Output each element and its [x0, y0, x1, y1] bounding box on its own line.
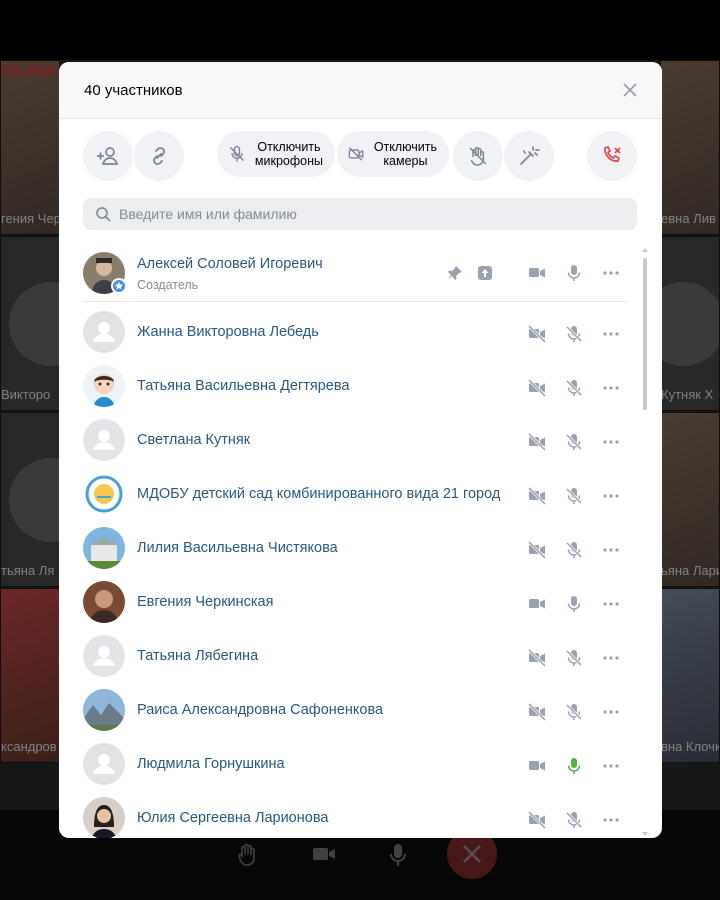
camera-off-icon[interactable]: [527, 702, 547, 722]
camera-off-icon[interactable]: [527, 486, 547, 506]
more-options-icon[interactable]: [601, 324, 621, 344]
participant-name[interactable]: Алексей Соловей Игоревич: [137, 256, 323, 272]
avatar[interactable]: [83, 689, 125, 731]
more-options-icon[interactable]: [601, 810, 621, 830]
avatar[interactable]: [83, 311, 125, 353]
avatar[interactable]: [83, 419, 125, 461]
mic-off-icon[interactable]: [564, 324, 584, 344]
participant-name[interactable]: Раиса Александровна Сафоненкова: [137, 702, 383, 718]
end-call-for-all-button[interactable]: [587, 131, 637, 181]
participant-name[interactable]: Людмила Горнушкина: [137, 756, 285, 772]
participant-row[interactable]: Татьяна Васильевна Дегтярева: [59, 361, 639, 415]
avatar[interactable]: [83, 527, 125, 569]
participant-row[interactable]: Алексей Соловей Игоревич Создатель: [59, 246, 639, 302]
mic-off-icon[interactable]: [564, 432, 584, 452]
participant-role: Создатель: [137, 278, 199, 292]
participant-row[interactable]: Евгения Черкинская: [59, 577, 639, 631]
mute-all-cameras-button[interactable]: Отключить камеры: [337, 131, 449, 177]
copy-link-button[interactable]: [134, 131, 184, 181]
participant-row[interactable]: Жанна Викторовна Лебедь: [59, 307, 639, 361]
mic-off-icon[interactable]: [564, 702, 584, 722]
participant-name[interactable]: Юлия Сергеевна Ларионова: [137, 810, 328, 826]
microphone-icon[interactable]: [564, 594, 584, 614]
modal-title: 40 участников: [84, 82, 183, 99]
avatar[interactable]: [83, 365, 125, 407]
effects-button[interactable]: [504, 131, 554, 181]
avatar[interactable]: [83, 797, 125, 838]
lower-hands-button[interactable]: [453, 131, 503, 181]
hand-off-icon: [469, 147, 487, 166]
scrollbar-thumb[interactable]: [643, 258, 647, 410]
participant-row[interactable]: Татьяна Лябегина: [59, 631, 639, 685]
camera-off-icon[interactable]: [527, 540, 547, 560]
camera-off-icon[interactable]: [527, 432, 547, 452]
participant-row[interactable]: Светлана Кутняк: [59, 415, 639, 469]
camera-icon[interactable]: [527, 756, 547, 776]
participant-name[interactable]: Татьяна Лябегина: [137, 648, 258, 664]
mic-off-icon[interactable]: [564, 486, 584, 506]
search-input[interactable]: [117, 205, 621, 223]
participant-name[interactable]: Жанна Викторовна Лебедь: [137, 324, 319, 340]
avatar[interactable]: [83, 743, 125, 785]
mic-off-icon: [229, 145, 245, 162]
scrollbar[interactable]: [641, 246, 649, 838]
participant-name[interactable]: Лилия Васильевна Чистякова: [137, 540, 338, 556]
phone-end-icon: [604, 145, 621, 162]
camera-off-icon[interactable]: [527, 648, 547, 668]
participant-name[interactable]: Евгения Черкинская: [137, 594, 273, 610]
mic-off-icon[interactable]: [564, 378, 584, 398]
microphone-icon[interactable]: [564, 263, 584, 283]
participant-row[interactable]: МДОБУ детский сад комбинированного вида …: [59, 469, 639, 523]
screen-share-icon[interactable]: [475, 263, 495, 283]
camera-off-icon: [348, 147, 364, 161]
search-icon: [96, 207, 111, 222]
link-icon: [153, 147, 165, 165]
microphone-icon[interactable]: [564, 756, 584, 776]
participants-list: Алексей Соловей Игоревич Создатель Жанна В…: [59, 246, 662, 838]
pin-icon[interactable]: [445, 263, 465, 283]
more-options-icon[interactable]: [601, 756, 621, 776]
list-divider: [83, 301, 627, 302]
close-icon[interactable]: [620, 80, 640, 100]
camera-icon[interactable]: [527, 263, 547, 283]
search-bar[interactable]: [83, 198, 637, 230]
avatar[interactable]: [83, 581, 125, 623]
avatar[interactable]: [83, 473, 125, 515]
modal-header: 40 участников: [59, 62, 662, 119]
magic-wand-icon: [520, 146, 540, 165]
mic-off-icon[interactable]: [564, 540, 584, 560]
mic-off-icon[interactable]: [564, 810, 584, 830]
camera-off-icon[interactable]: [527, 324, 547, 344]
add-participant-button[interactable]: [83, 131, 133, 181]
avatar[interactable]: [83, 635, 125, 677]
participant-name[interactable]: МДОБУ детский сад комбинированного вида …: [137, 486, 500, 502]
participants-modal: 40 участников Отключить микрофоны Отключ…: [59, 62, 662, 838]
camera-off-icon[interactable]: [527, 378, 547, 398]
mute-mics-label: Отключить микрофоны: [254, 140, 323, 168]
more-options-icon[interactable]: [601, 378, 621, 398]
mic-off-icon[interactable]: [564, 648, 584, 668]
star-badge-icon: [111, 278, 127, 294]
more-options-icon[interactable]: [601, 540, 621, 560]
camera-icon[interactable]: [527, 594, 547, 614]
more-options-icon[interactable]: [601, 263, 621, 283]
more-options-icon[interactable]: [601, 594, 621, 614]
more-options-icon[interactable]: [601, 486, 621, 506]
participant-row[interactable]: Людмила Горнушкина: [59, 739, 639, 793]
more-options-icon[interactable]: [601, 432, 621, 452]
scroll-up-icon[interactable]: [641, 246, 649, 254]
mute-all-mics-button[interactable]: Отключить микрофоны: [217, 131, 335, 177]
participant-row[interactable]: Раиса Александровна Сафоненкова: [59, 685, 639, 739]
participant-row[interactable]: Лилия Васильевна Чистякова: [59, 523, 639, 577]
participant-name[interactable]: Светлана Кутняк: [137, 432, 250, 448]
add-user-icon: [97, 147, 119, 165]
more-options-icon[interactable]: [601, 702, 621, 722]
mute-cams-label: Отключить камеры: [373, 140, 437, 168]
camera-off-icon[interactable]: [527, 810, 547, 830]
more-options-icon[interactable]: [601, 648, 621, 668]
participant-name[interactable]: Татьяна Васильевна Дегтярева: [137, 378, 349, 394]
participant-row[interactable]: Юлия Сергеевна Ларионова: [59, 793, 639, 838]
scroll-down-icon[interactable]: [641, 830, 649, 838]
